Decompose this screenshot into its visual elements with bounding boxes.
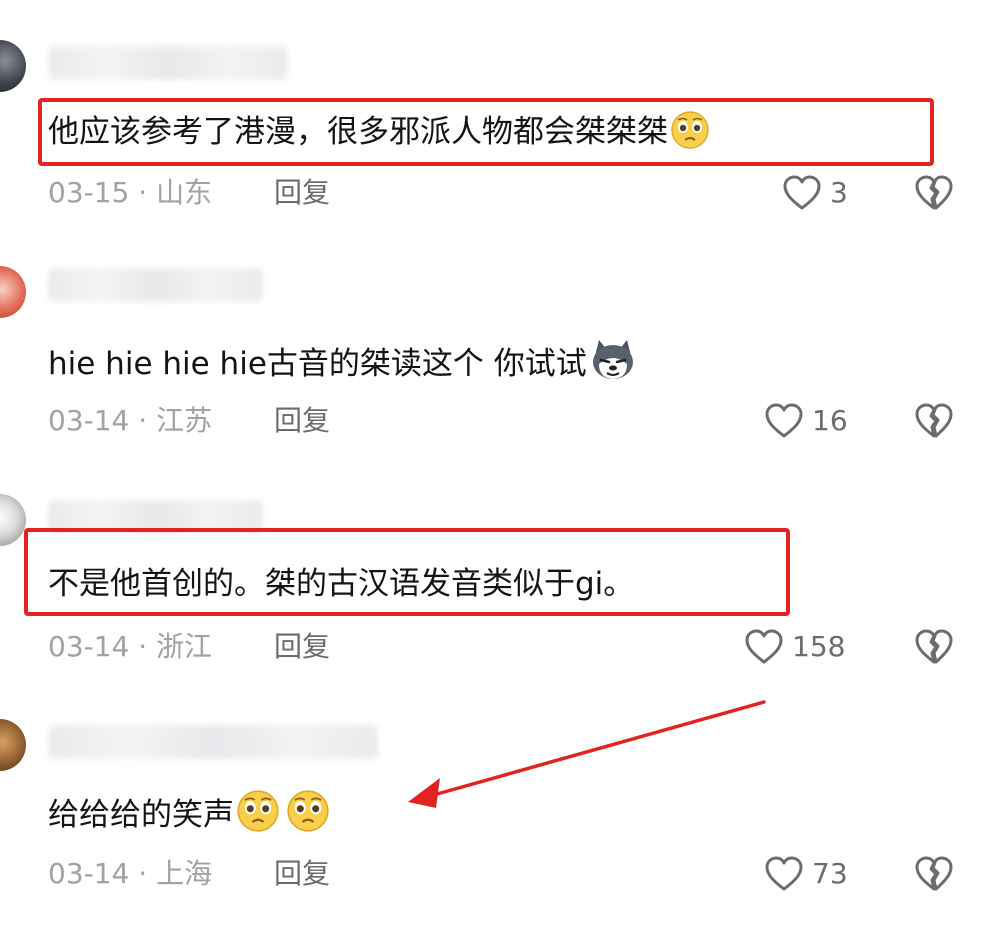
comment-text: 他应该参考了港漫，很多邪派人物都会桀桀桀 bbox=[48, 110, 710, 160]
broken-heart-icon bbox=[914, 628, 954, 666]
like-count: 73 bbox=[812, 857, 848, 890]
dislike-button[interactable] bbox=[914, 628, 954, 666]
avatar[interactable] bbox=[0, 266, 26, 318]
like-button[interactable]: 73 bbox=[764, 855, 848, 893]
comment-text-content: 给给给的笑声 bbox=[48, 797, 234, 833]
comment-text-content: 他应该参考了港漫，很多邪派人物都会桀桀桀 bbox=[48, 114, 668, 150]
reply-button[interactable]: 回复 bbox=[274, 630, 330, 664]
comment-location: 山东 bbox=[156, 176, 213, 209]
like-count: 16 bbox=[812, 404, 848, 437]
comment-date: 03-15 bbox=[48, 176, 130, 209]
comment-meta: 03-15 · 山东 bbox=[48, 176, 212, 210]
username-blurred[interactable] bbox=[48, 725, 378, 759]
comment-meta: 03-14 · 浙江 bbox=[48, 630, 212, 664]
comment-text-content: hie hie hie hie古音的桀读这个 你试试 bbox=[48, 346, 587, 382]
heart-icon bbox=[744, 628, 784, 666]
username-blurred[interactable] bbox=[48, 46, 288, 80]
comment-location: 上海 bbox=[156, 857, 213, 890]
comment-text: hie hie hie hie古音的桀读这个 你试试 bbox=[48, 338, 637, 392]
heart-icon bbox=[764, 402, 804, 440]
dislike-button[interactable] bbox=[914, 174, 954, 212]
avatar[interactable] bbox=[0, 40, 26, 92]
reply-button[interactable]: 回复 bbox=[274, 404, 330, 438]
broken-heart-icon bbox=[914, 174, 954, 212]
comment-meta: 03-14 · 江苏 bbox=[48, 404, 212, 438]
username-blurred[interactable] bbox=[48, 268, 263, 302]
meta-separator: · bbox=[138, 404, 148, 437]
comment-date: 03-14 bbox=[48, 857, 130, 890]
reply-button[interactable]: 回复 bbox=[274, 176, 330, 210]
comment-location: 浙江 bbox=[156, 630, 213, 663]
pleading-face-emoji bbox=[236, 789, 280, 843]
comment-item: 不是他首创的。桀的古汉语发音类似于gi。 03-14 · 浙江 回复 158 bbox=[0, 460, 992, 695]
comment-date: 03-14 bbox=[48, 630, 130, 663]
heart-icon bbox=[764, 855, 804, 893]
comment-date: 03-14 bbox=[48, 404, 130, 437]
like-count: 3 bbox=[830, 176, 848, 209]
comment-item: 他应该参考了港漫，很多邪派人物都会桀桀桀 03-15 · 山东 回复 3 bbox=[0, 0, 992, 230]
like-button[interactable]: 158 bbox=[744, 628, 845, 666]
avatar[interactable] bbox=[0, 719, 26, 771]
meta-separator: · bbox=[138, 630, 148, 663]
meta-separator: · bbox=[138, 857, 148, 890]
husky-dog-emoji bbox=[589, 338, 637, 392]
comment-item: hie hie hie hie古音的桀读这个 你试试 03-14 · 江苏 回复… bbox=[0, 230, 992, 460]
meta-separator: · bbox=[138, 176, 148, 209]
comment-text: 不是他首创的。桀的古汉语发音类似于gi。 bbox=[48, 564, 634, 604]
comment-text-content: 不是他首创的。桀的古汉语发音类似于gi。 bbox=[48, 566, 635, 602]
comment-text: 给给给的笑声 bbox=[48, 789, 330, 843]
dislike-button[interactable] bbox=[914, 855, 954, 893]
like-button[interactable]: 3 bbox=[782, 174, 848, 212]
comment-item: 给给给的笑声 03-14 · 上海 回复 73 bbox=[0, 695, 992, 944]
reply-button[interactable]: 回复 bbox=[274, 857, 330, 891]
like-count: 158 bbox=[792, 630, 846, 663]
pleading-face-emoji bbox=[286, 789, 330, 843]
avatar[interactable] bbox=[0, 494, 26, 546]
comment-location: 江苏 bbox=[156, 404, 213, 437]
broken-heart-icon bbox=[914, 402, 954, 440]
heart-icon bbox=[782, 174, 822, 212]
pleading-face-emoji bbox=[670, 110, 710, 160]
comment-meta: 03-14 · 上海 bbox=[48, 857, 212, 891]
like-button[interactable]: 16 bbox=[764, 402, 848, 440]
broken-heart-icon bbox=[914, 855, 954, 893]
dislike-button[interactable] bbox=[914, 402, 954, 440]
